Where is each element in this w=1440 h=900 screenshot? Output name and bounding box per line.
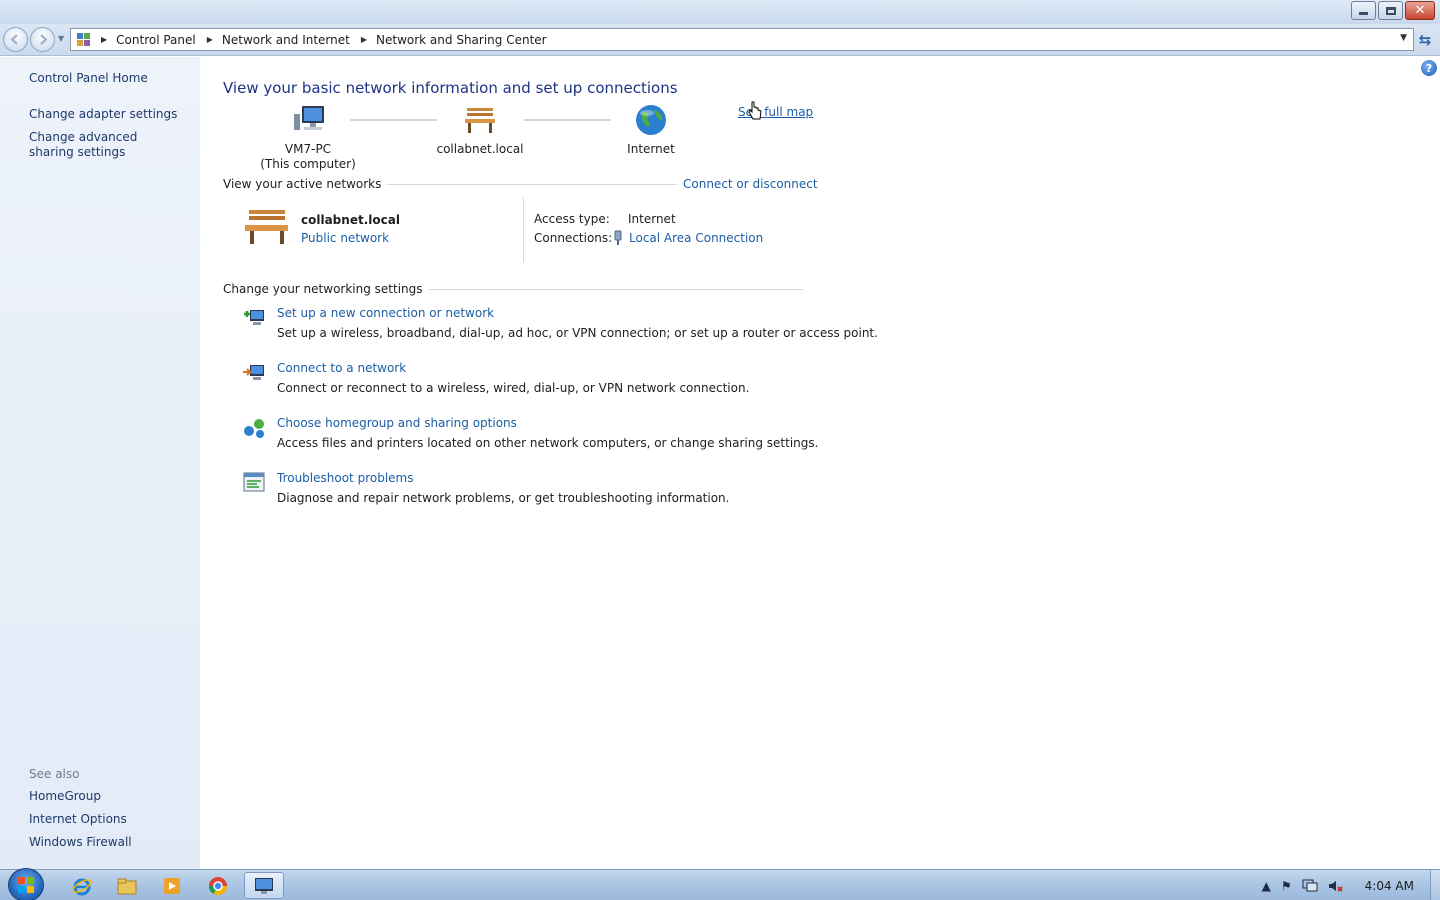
- restore-button[interactable]: [1378, 1, 1403, 20]
- show-desktop-button[interactable]: [1430, 870, 1440, 900]
- local-area-connection-link[interactable]: Local Area Connection: [629, 231, 763, 245]
- address-dropdown-icon[interactable]: ▼: [1400, 33, 1407, 43]
- breadcrumb-separator-icon[interactable]: ▶: [361, 35, 367, 44]
- forward-button[interactable]: [30, 27, 55, 52]
- breadcrumb-separator-icon[interactable]: ▶: [207, 35, 213, 44]
- active-networks-title: View your active networks: [223, 177, 388, 191]
- help-icon: ?: [1425, 61, 1433, 75]
- homegroup-icon[interactable]: [241, 415, 267, 441]
- media-player-taskbar-button[interactable]: [152, 872, 192, 899]
- map-network-name: collabnet.local: [436, 142, 524, 156]
- homegroup-sharing-link[interactable]: Choose homegroup and sharing options: [277, 416, 517, 430]
- connect-to-network-link[interactable]: Connect to a network: [277, 361, 406, 375]
- network-center-taskbar-button[interactable]: [244, 872, 284, 899]
- chrome-icon: [209, 876, 227, 895]
- connections-label: Connections:: [534, 231, 613, 245]
- left-navigation-pane: Control Panel Home Change adapter settin…: [0, 57, 200, 869]
- change-advanced-sharing-settings-link[interactable]: Change advanced sharing settings: [29, 130, 179, 160]
- media-player-icon: [164, 877, 180, 894]
- breadcrumb-network-and-internet[interactable]: Network and Internet: [222, 33, 350, 47]
- connect-or-disconnect-link[interactable]: Connect or disconnect: [677, 177, 818, 191]
- troubleshoot-icon[interactable]: [241, 470, 267, 496]
- globe-icon: [636, 105, 666, 135]
- action-center-flag-icon[interactable]: ⚑: [1281, 879, 1292, 893]
- clock[interactable]: 4:04 AM: [1365, 879, 1414, 893]
- start-button[interactable]: [8, 868, 44, 900]
- show-hidden-icons-icon[interactable]: ▲: [1262, 879, 1271, 893]
- connect-network-icon[interactable]: [241, 360, 267, 386]
- control-panel-icon: [77, 33, 90, 46]
- troubleshoot-problems-link[interactable]: Troubleshoot problems: [277, 471, 413, 485]
- computer-subtitle: (This computer): [260, 157, 356, 171]
- recent-pages-dropdown-icon[interactable]: ▼: [58, 34, 64, 43]
- network-tray-icon[interactable]: [1302, 879, 1318, 893]
- networking-settings-title: Change your networking settings: [223, 282, 429, 296]
- bench-icon: [465, 108, 495, 133]
- internet-options-link[interactable]: Internet Options: [29, 812, 127, 827]
- window-controls: ✕: [1351, 1, 1435, 20]
- computer-name: VM7-PC: [284, 142, 332, 156]
- windows-logo-icon: [18, 877, 34, 893]
- help-button[interactable]: ?: [1421, 60, 1437, 76]
- control-panel-home-link[interactable]: Control Panel Home: [29, 71, 148, 86]
- internet-explorer-icon: [72, 878, 92, 895]
- connect-to-network-description: Connect or reconnect to a wireless, wire…: [277, 381, 750, 395]
- active-network-name: collabnet.local: [301, 213, 400, 227]
- windows-firewall-link[interactable]: Windows Firewall: [29, 835, 132, 850]
- network-bench-icon[interactable]: [242, 205, 292, 247]
- navigation-bar: ▼ ▶ Control Panel ▶ Network and Internet…: [0, 24, 1440, 56]
- internet-explorer-taskbar-button[interactable]: [62, 872, 102, 899]
- map-internet-node[interactable]: Internet: [601, 104, 701, 157]
- network-center-icon: [255, 877, 273, 894]
- see-also-heading: See also: [29, 767, 80, 781]
- close-icon: ✕: [1414, 3, 1426, 18]
- windows-explorer-taskbar-button[interactable]: [107, 872, 147, 899]
- map-computer-node[interactable]: VM7-PC (This computer): [258, 104, 358, 172]
- windows-explorer-icon: [117, 878, 137, 894]
- setup-new-connection-description: Set up a wireless, broadband, dial-up, a…: [277, 326, 878, 340]
- computer-icon: [294, 106, 324, 130]
- map-connector: [524, 119, 611, 121]
- map-connector: [350, 119, 437, 121]
- taskbar: ▲ ⚑ 4:04 AM: [0, 868, 1440, 900]
- homegroup-sharing-description: Access files and printers located on oth…: [277, 436, 819, 450]
- window-title-bar: ✕: [0, 0, 1440, 24]
- address-bar[interactable]: ▶ Control Panel ▶ Network and Internet ▶…: [70, 28, 1414, 51]
- access-type-value: Internet: [628, 212, 676, 226]
- setup-new-connection-link[interactable]: Set up a new connection or network: [277, 306, 494, 320]
- change-adapter-settings-link[interactable]: Change adapter settings: [29, 107, 177, 122]
- hand-cursor-icon: [748, 101, 762, 120]
- breadcrumb-network-and-sharing-center[interactable]: Network and Sharing Center: [376, 33, 547, 47]
- page-title: View your basic network information and …: [223, 79, 678, 97]
- volume-muted-icon[interactable]: [1328, 879, 1344, 893]
- forward-arrow-icon: [40, 34, 48, 45]
- restore-icon: [1385, 6, 1396, 15]
- homegroup-link[interactable]: HomeGroup: [29, 789, 101, 804]
- minimize-button[interactable]: [1351, 1, 1376, 20]
- refresh-button[interactable]: ⇆: [1414, 29, 1436, 51]
- minimize-icon: [1359, 12, 1368, 15]
- map-internet-label: Internet: [627, 142, 675, 156]
- back-arrow-icon: [10, 34, 18, 45]
- new-connection-icon[interactable]: [241, 305, 267, 331]
- main-content: ? View your basic network information an…: [200, 57, 1440, 869]
- close-button[interactable]: ✕: [1405, 1, 1435, 20]
- system-tray: ▲ ⚑ 4:04 AM: [1257, 870, 1440, 900]
- refresh-icon: ⇆: [1418, 31, 1432, 49]
- breadcrumb-control-panel[interactable]: Control Panel: [116, 33, 196, 47]
- breadcrumb-separator-icon[interactable]: ▶: [101, 35, 107, 44]
- ethernet-plug-icon: [614, 230, 622, 245]
- back-button[interactable]: [3, 27, 28, 52]
- troubleshoot-problems-description: Diagnose and repair network problems, or…: [277, 491, 730, 505]
- chrome-taskbar-button[interactable]: [198, 872, 238, 899]
- access-type-label: Access type:: [534, 212, 610, 226]
- vertical-divider: [523, 197, 524, 262]
- network-type-link[interactable]: Public network: [301, 231, 389, 245]
- map-network-node[interactable]: collabnet.local: [430, 104, 530, 157]
